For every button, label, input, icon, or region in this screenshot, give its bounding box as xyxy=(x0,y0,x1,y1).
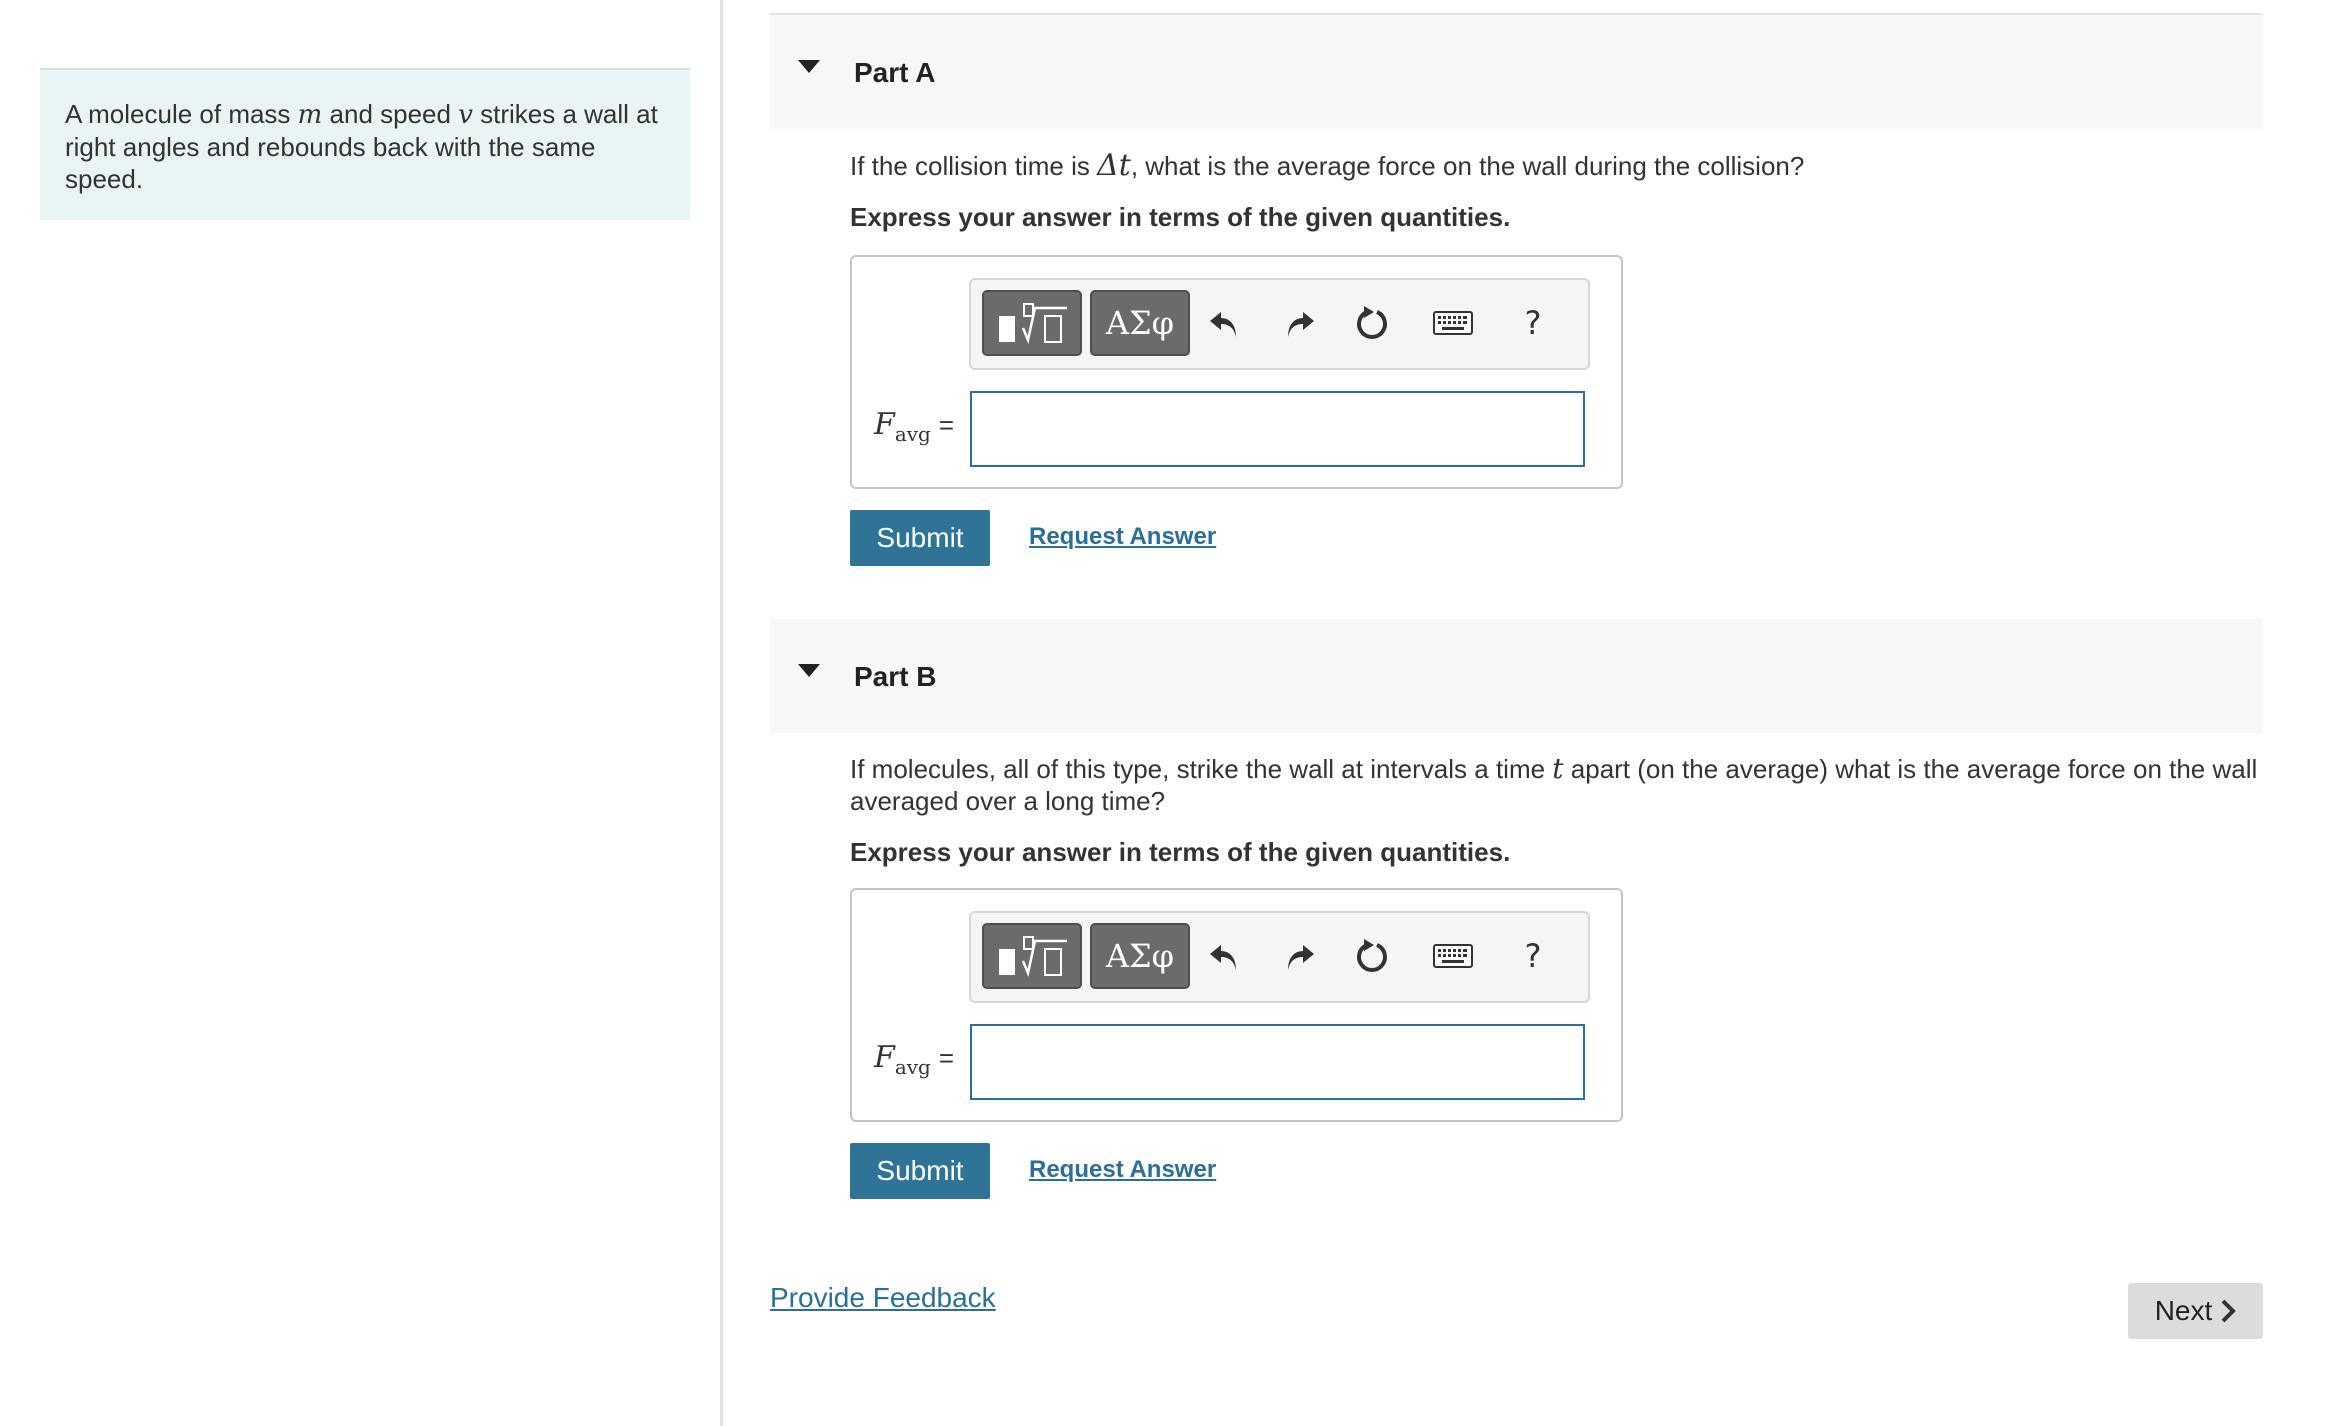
keyboard-icon xyxy=(1433,944,1473,968)
part-b-answer-box: ΑΣφ ? Favg = xyxy=(850,888,1623,1122)
part-b-question: If molecules, all of this type, strike t… xyxy=(850,753,2270,817)
redo-button[interactable] xyxy=(1276,931,1324,981)
help-icon: ? xyxy=(1524,937,1542,975)
undo-button[interactable] xyxy=(1200,931,1248,981)
templates-icon xyxy=(999,936,1067,978)
panel-divider xyxy=(720,0,723,1426)
templates-button[interactable] xyxy=(982,290,1082,356)
undo-icon xyxy=(1210,312,1236,337)
redo-icon xyxy=(1288,945,1314,970)
collapse-caret-icon[interactable] xyxy=(798,664,820,677)
part-a-question-var: Δt xyxy=(1097,148,1131,183)
problem-intro: A molecule of mass m and speed v strikes… xyxy=(40,68,690,220)
submit-button[interactable]: Submit xyxy=(850,1143,990,1199)
part-b-instruction: Express your answer in terms of the give… xyxy=(850,837,1511,867)
request-answer-link[interactable]: Request Answer xyxy=(1029,522,1216,552)
greek-letters-button[interactable]: ΑΣφ xyxy=(1090,923,1190,989)
submit-label: Submit xyxy=(876,522,964,553)
part-b-question-var: t xyxy=(1552,752,1564,785)
intro-text-1: A molecule of mass xyxy=(65,99,298,129)
provide-feedback-link[interactable]: Provide Feedback xyxy=(770,1282,996,1314)
label-symbol: F xyxy=(874,1040,895,1075)
submit-button[interactable]: Submit xyxy=(850,510,990,566)
next-label: Next xyxy=(2154,1295,2213,1326)
part-a-question-text-2: , what is the average force on the wall … xyxy=(1130,151,1805,181)
answer-input[interactable] xyxy=(970,391,1585,467)
part-b-question-text-1: If molecules, all of this type, strike t… xyxy=(850,754,1553,784)
request-answer-link[interactable]: Request Answer xyxy=(1029,1155,1216,1185)
keyboard-button[interactable] xyxy=(1429,931,1477,981)
answer-variable-label: Favg = xyxy=(874,407,954,446)
intro-var-mass: m xyxy=(297,100,323,130)
greek-letters-icon: ΑΣφ xyxy=(1105,937,1175,975)
intro-text-2: and speed xyxy=(322,99,459,129)
help-button[interactable]: ? xyxy=(1509,931,1557,981)
templates-button[interactable] xyxy=(982,923,1082,989)
next-button[interactable]: Next xyxy=(2128,1283,2263,1339)
greek-letters-icon: ΑΣφ xyxy=(1105,304,1175,342)
part-a-title: Part A xyxy=(854,57,936,88)
part-b-header[interactable]: Part B xyxy=(770,619,2263,733)
math-toolbar: ΑΣφ ? xyxy=(969,911,1590,1003)
part-a-instruction: Express your answer in terms of the give… xyxy=(850,202,1511,232)
part-b-title: Part B xyxy=(854,661,937,692)
reset-button[interactable] xyxy=(1349,298,1397,348)
collapse-caret-icon[interactable] xyxy=(798,60,820,73)
label-equals: = xyxy=(938,410,955,440)
intro-var-speed: v xyxy=(458,100,473,130)
undo-button[interactable] xyxy=(1200,298,1248,348)
help-icon: ? xyxy=(1524,304,1542,342)
problem-intro-panel: A molecule of mass m and speed v strikes… xyxy=(0,0,720,1426)
part-a-answer-box: ΑΣφ ? Favg = xyxy=(850,255,1623,489)
label-subscript: avg xyxy=(894,422,931,446)
reset-icon xyxy=(1357,939,1387,972)
redo-icon xyxy=(1288,312,1314,337)
help-button[interactable]: ? xyxy=(1509,298,1557,348)
part-a-question-text-1: If the collision time is xyxy=(850,151,1098,181)
redo-button[interactable] xyxy=(1276,298,1324,348)
label-symbol: F xyxy=(874,407,895,442)
templates-icon xyxy=(999,303,1067,345)
label-subscript: avg xyxy=(894,1055,931,1079)
submit-label: Submit xyxy=(876,1155,964,1186)
chevron-right-icon xyxy=(2221,1299,2237,1323)
math-toolbar: ΑΣφ ? xyxy=(969,278,1590,370)
reset-icon xyxy=(1357,306,1387,339)
label-equals: = xyxy=(938,1043,955,1073)
part-a-header[interactable]: Part A xyxy=(770,15,2263,129)
keyboard-button[interactable] xyxy=(1429,298,1477,348)
reset-button[interactable] xyxy=(1349,931,1397,981)
undo-icon xyxy=(1210,945,1236,970)
part-a-question: If the collision time is Δt, what is the… xyxy=(850,150,2270,182)
greek-letters-button[interactable]: ΑΣφ xyxy=(1090,290,1190,356)
answer-variable-label: Favg = xyxy=(874,1040,954,1079)
answer-input[interactable] xyxy=(970,1024,1585,1100)
keyboard-icon xyxy=(1433,311,1473,335)
